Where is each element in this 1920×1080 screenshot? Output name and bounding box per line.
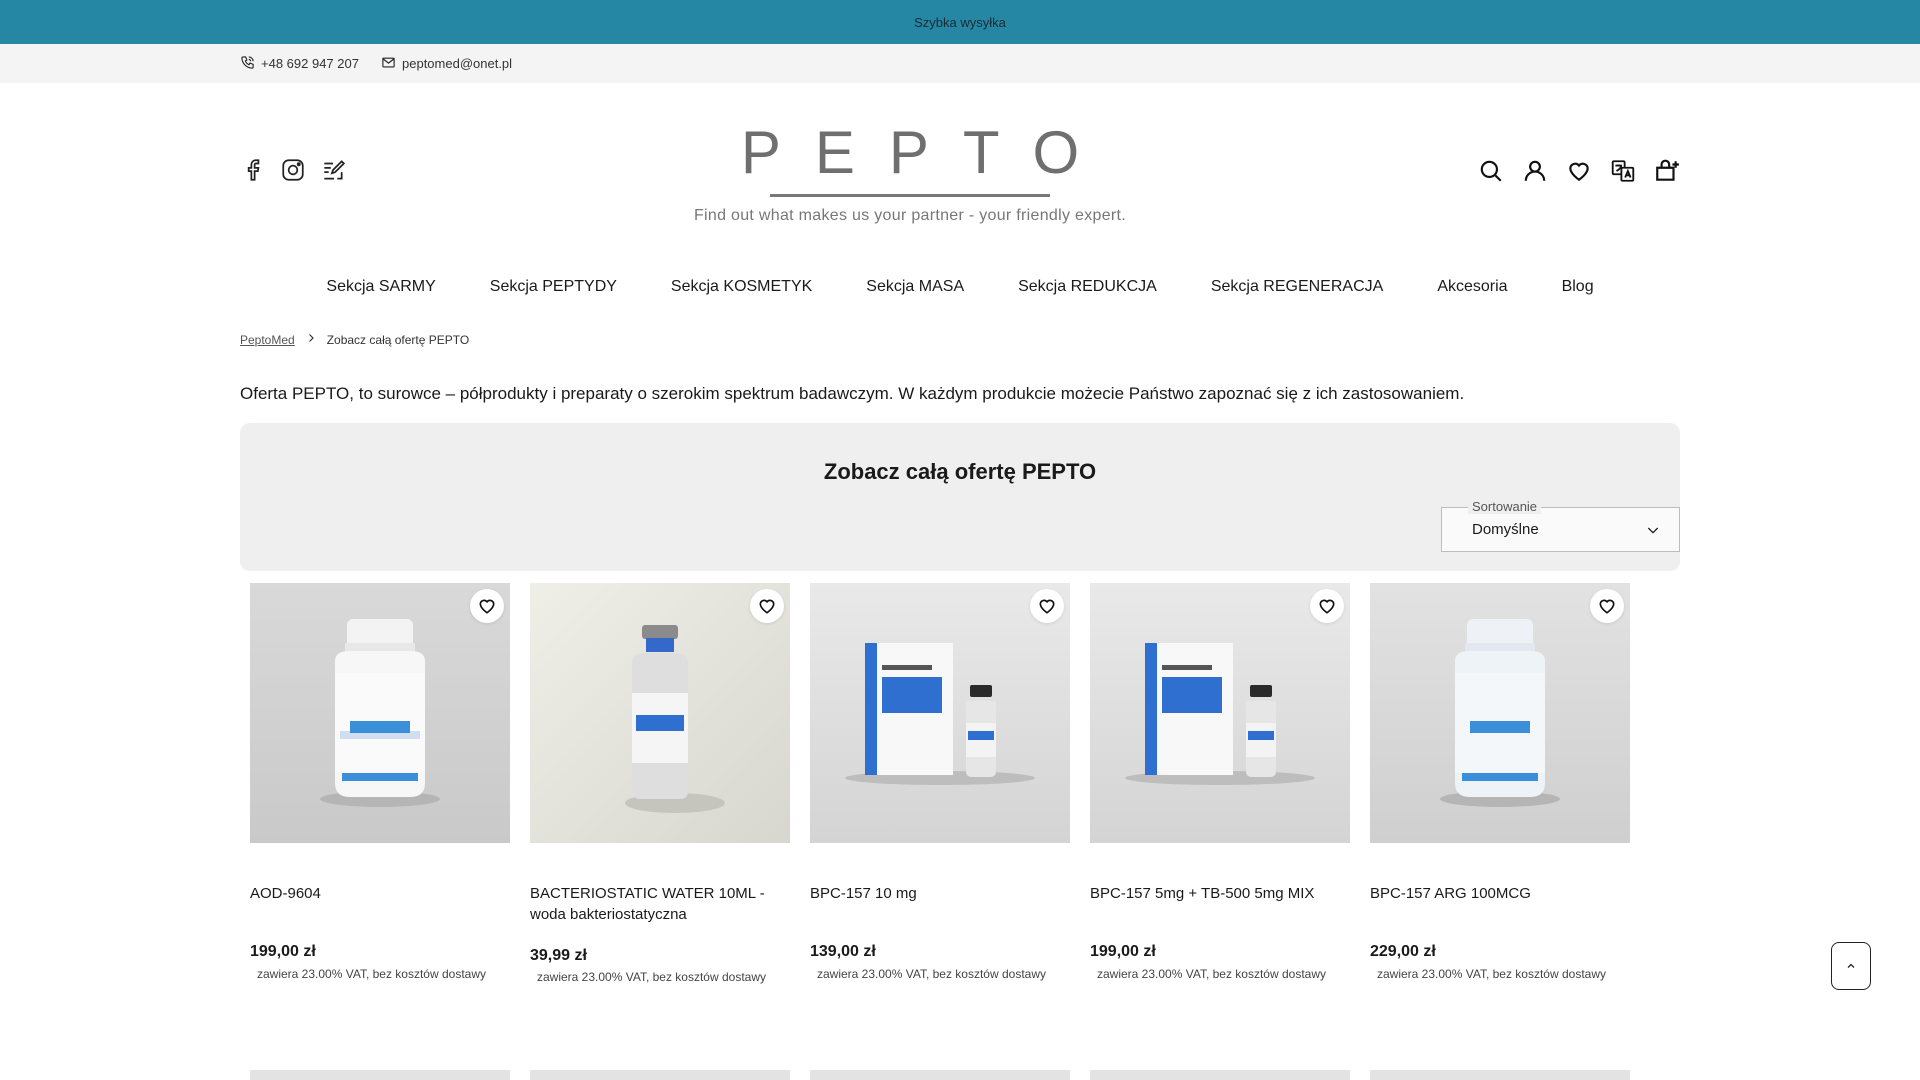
- product-name[interactable]: BPC-157 10 mg: [810, 883, 1070, 904]
- product-image[interactable]: [250, 583, 510, 843]
- product-card-partial[interactable]: [1370, 1070, 1630, 1080]
- phone-number: +48 692 947 207: [261, 56, 359, 71]
- product-image[interactable]: [1090, 583, 1350, 843]
- product-price: 139,00 zł: [810, 943, 876, 960]
- product-name[interactable]: BACTERIOSTATIC WATER 10ML - woda bakteri…: [530, 883, 790, 925]
- product-price: 229,00 zł: [1370, 943, 1436, 960]
- main-navigation: Sekcja SARMY Sekcja PEPTYDY Sekcja KOSME…: [0, 272, 1920, 302]
- sort-select[interactable]: Sortowanie Domyślne: [1441, 499, 1680, 552]
- logo-underline: [770, 194, 1050, 197]
- box-and-vial-image: [845, 643, 1035, 785]
- blog-icon[interactable]: [320, 157, 346, 183]
- product-card-partial[interactable]: [1090, 1070, 1350, 1080]
- product-name[interactable]: AOD-9604: [250, 883, 510, 904]
- product-price: 199,00 zł: [250, 943, 316, 960]
- listing-header: Zobacz całą ofertę PEPTO Sortowanie Domy…: [240, 423, 1680, 571]
- sort-label: Sortowanie: [1468, 499, 1542, 514]
- page-title: Zobacz całą ofertę PEPTO: [823, 459, 1097, 484]
- facebook-icon[interactable]: [240, 157, 266, 183]
- product-card[interactable]: BPC-157 10 mg 139,00 zł zawiera 23.00% V…: [810, 583, 1070, 981]
- logo-wordmark: PEPTO: [740, 119, 1114, 186]
- product-card[interactable]: BPC-157 5mg + TB-500 5mg MIX 199,00 zł z…: [1090, 583, 1350, 981]
- product-vat-note: zawiera 23.00% VAT, bez kosztów dostawy: [817, 967, 1046, 981]
- add-to-wishlist-button[interactable]: [470, 589, 504, 623]
- header-actions: [1478, 157, 1680, 185]
- heart-icon: [1039, 599, 1055, 614]
- nav-item-redukcja[interactable]: Sekcja REDUKCJA: [991, 272, 1184, 302]
- product-vat-note: zawiera 23.00% VAT, bez kosztów dostawy: [257, 967, 486, 981]
- scroll-to-top-button[interactable]: [1831, 942, 1871, 990]
- product-card-partial[interactable]: [530, 1070, 790, 1080]
- nav-item-regeneracja[interactable]: Sekcja REGENERACJA: [1184, 272, 1411, 302]
- jar-image: [1440, 619, 1560, 807]
- heart-icon: [1599, 599, 1615, 614]
- phone-link[interactable]: +48 692 947 207: [240, 44, 359, 83]
- heart-icon: [1319, 599, 1335, 614]
- box-and-vial-image: [1125, 643, 1315, 785]
- cart-icon[interactable]: [1654, 157, 1680, 185]
- email-address: peptomed@onet.pl: [402, 56, 513, 71]
- product-image[interactable]: [810, 583, 1070, 843]
- brand-logo[interactable]: PEPTO Find out what makes us your partne…: [690, 118, 1130, 248]
- product-card[interactable]: BPC-157 ARG 100MCG 229,00 zł zawiera 23.…: [1370, 583, 1630, 981]
- heart-icon[interactable]: [1566, 157, 1592, 185]
- chevron-down-icon: [1645, 522, 1661, 538]
- add-to-wishlist-button[interactable]: [1310, 589, 1344, 623]
- add-to-wishlist-button[interactable]: [1030, 589, 1064, 623]
- instagram-icon[interactable]: [280, 157, 306, 183]
- product-image[interactable]: [1370, 583, 1630, 843]
- breadcrumb-home-link[interactable]: PeptoMed: [240, 333, 295, 347]
- add-to-wishlist-button[interactable]: [1590, 589, 1624, 623]
- product-card[interactable]: AOD-9604 199,00 zł zawiera 23.00% VAT, b…: [250, 583, 510, 981]
- nav-item-sarmy[interactable]: Sekcja SARMY: [299, 272, 462, 302]
- product-card-partial[interactable]: [810, 1070, 1070, 1080]
- product-vat-note: zawiera 23.00% VAT, bez kosztów dostawy: [1377, 967, 1606, 981]
- vial-image: [625, 625, 725, 813]
- heart-icon: [479, 599, 495, 614]
- search-icon[interactable]: [1478, 157, 1504, 185]
- product-image[interactable]: [530, 583, 790, 843]
- product-price: 39,99 zł: [530, 947, 587, 964]
- product-name[interactable]: BPC-157 5mg + TB-500 5mg MIX: [1090, 883, 1350, 904]
- translate-icon[interactable]: [1610, 157, 1636, 185]
- chevron-right-icon: [305, 332, 317, 347]
- sort-value: Domyślne: [1472, 521, 1539, 538]
- announcement-text: Szybka wysyłka: [914, 14, 1006, 30]
- phone-icon: [240, 55, 255, 73]
- announcement-bar: Szybka wysyłka: [0, 0, 1920, 44]
- nav-item-blog[interactable]: Blog: [1535, 272, 1621, 302]
- product-price: 199,00 zł: [1090, 943, 1156, 960]
- mail-icon: [381, 55, 396, 73]
- email-link[interactable]: peptomed@onet.pl: [381, 44, 512, 83]
- add-to-wishlist-button[interactable]: [750, 589, 784, 623]
- jar-image: [320, 619, 440, 807]
- user-icon[interactable]: [1522, 157, 1548, 185]
- product-vat-note: zawiera 23.00% VAT, bez kosztów dostawy: [1097, 967, 1326, 981]
- product-name[interactable]: BPC-157 ARG 100MCG: [1370, 883, 1630, 904]
- nav-item-masa[interactable]: Sekcja MASA: [839, 272, 991, 302]
- social-links: [240, 157, 346, 183]
- product-card-partial[interactable]: [250, 1070, 510, 1080]
- heart-icon: [759, 599, 775, 614]
- category-description: Oferta PEPTO, to surowce – półprodukty i…: [240, 384, 1465, 403]
- contact-bar: +48 692 947 207 peptomed@onet.pl: [0, 44, 1920, 83]
- breadcrumb-current: Zobacz całą ofertę PEPTO: [326, 332, 470, 347]
- breadcrumb: PeptoMed Zobacz całą ofertę PEPTO: [240, 332, 469, 347]
- product-vat-note: zawiera 23.00% VAT, bez kosztów dostawy: [537, 970, 766, 984]
- nav-item-kosmetyk[interactable]: Sekcja KOSMETYK: [644, 272, 839, 302]
- product-card[interactable]: BACTERIOSTATIC WATER 10ML - woda bakteri…: [530, 583, 790, 984]
- nav-item-akcesoria[interactable]: Akcesoria: [1410, 272, 1534, 302]
- logo-tagline: Find out what makes us your partner - yo…: [693, 207, 1127, 224]
- nav-item-peptydy[interactable]: Sekcja PEPTYDY: [463, 272, 644, 302]
- chevron-up-icon: [1847, 963, 1855, 968]
